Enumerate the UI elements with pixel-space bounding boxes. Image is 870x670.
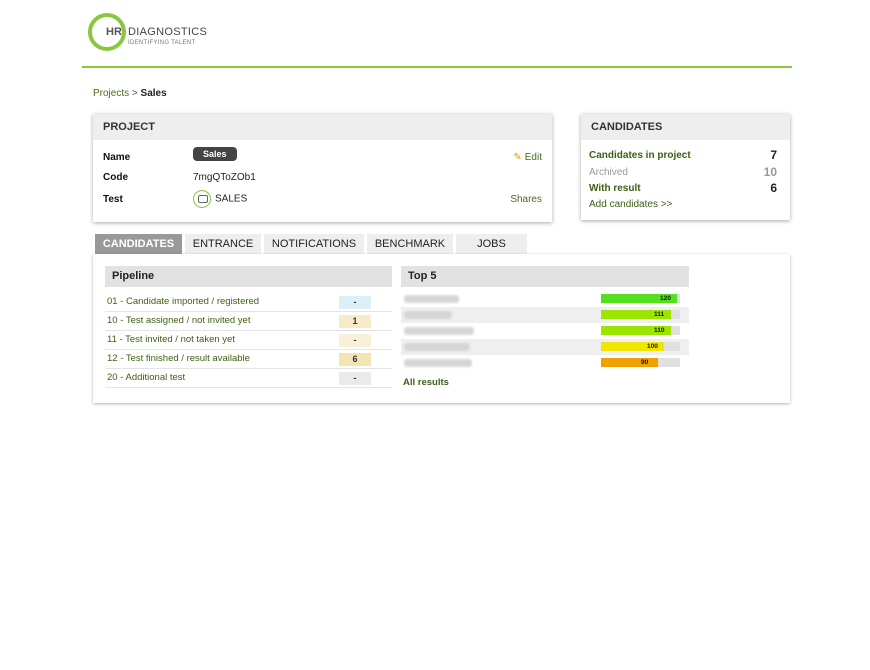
with-result-row[interactable]: With result 6 [589, 181, 777, 195]
score-bar: 110 [601, 326, 680, 335]
archived-count: 10 [763, 165, 777, 179]
breadcrumb-projects-link[interactable]: Projects [93, 88, 129, 99]
project-panel: PROJECT Name Sales Code 7mgQToZOb1 Test … [93, 114, 552, 222]
candidates-tab-content: Pipeline 01 - Candidate imported / regis… [93, 254, 790, 403]
tab-jobs[interactable]: JOBS [456, 234, 527, 254]
test-icon [193, 190, 211, 208]
tab-entrance[interactable]: ENTRANCE [185, 234, 261, 254]
project-name-tag: Sales [193, 147, 237, 161]
top5-row[interactable]: 111 [401, 307, 689, 323]
candidates-in-project-row[interactable]: Candidates in project 7 [589, 148, 777, 162]
pipeline-row[interactable]: 20 - Additional test - [105, 369, 392, 388]
edit-label: Edit [524, 152, 542, 163]
pipeline-count-badge: - [339, 296, 371, 309]
score-bar: 100 [601, 342, 680, 351]
project-code-value: 7mgQToZOb1 [193, 172, 256, 183]
score-bar: 111 [601, 310, 680, 319]
blurred-candidate-name [404, 343, 470, 351]
header-divider [82, 66, 792, 68]
candidates-panel: CANDIDATES Candidates in project 7 Archi… [581, 114, 790, 220]
blurred-candidate-name [404, 359, 472, 367]
score-value: 111 [654, 311, 665, 318]
with-result-label: With result [589, 183, 641, 194]
archived-row[interactable]: Archived 10 [589, 165, 777, 179]
pipeline-row-label: 12 - Test finished / result available [107, 353, 250, 364]
pipeline-row[interactable]: 01 - Candidate imported / registered - [105, 293, 392, 312]
score-bar: 90 [601, 358, 680, 367]
blurred-candidate-name [404, 327, 474, 335]
all-results-link[interactable]: All results [401, 377, 689, 388]
shares-link[interactable]: Shares [510, 194, 542, 205]
hr-diagnostics-logo: HR DIAGNOSTICS IDENTIFYING TALENT [88, 13, 288, 53]
top5-row[interactable]: 120 [401, 291, 689, 307]
logo-tagline: IDENTIFYING TALENT [128, 40, 196, 46]
blurred-candidate-name [404, 295, 459, 303]
top5-row[interactable]: 90 [401, 355, 689, 371]
top5-row[interactable]: 100 [401, 339, 689, 355]
candidates-panel-heading: CANDIDATES [581, 114, 790, 140]
pipeline-count-badge: 6 [339, 353, 371, 366]
tab-notifications[interactable]: NOTIFICATIONS [264, 234, 364, 254]
project-test-label: Test [103, 194, 123, 205]
pipeline-row[interactable]: 11 - Test invited / not taken yet - [105, 331, 392, 350]
pipeline-section: Pipeline 01 - Candidate imported / regis… [105, 266, 392, 388]
pipeline-count-badge: - [339, 372, 371, 385]
project-test-value: SALES [215, 193, 248, 205]
score-value: 100 [647, 343, 658, 350]
pipeline-row[interactable]: 12 - Test finished / result available 6 [105, 350, 392, 369]
pipeline-count-badge: 1 [339, 315, 371, 328]
pencil-icon: ✎ [513, 152, 522, 163]
top5-heading: Top 5 [401, 266, 689, 287]
candidates-in-project-count: 7 [770, 148, 777, 162]
logo-name: DIAGNOSTICS [128, 26, 208, 38]
logo-initials: HR [106, 26, 122, 38]
breadcrumb-current: Sales [140, 88, 167, 99]
candidates-in-project-label: Candidates in project [589, 150, 691, 161]
tab-benchmark[interactable]: BENCHMARK [367, 234, 453, 254]
pipeline-row-label: 10 - Test assigned / not invited yet [107, 315, 251, 326]
with-result-count: 6 [770, 181, 777, 195]
top5-row[interactable]: 110 [401, 323, 689, 339]
score-bar-fill [601, 358, 658, 367]
project-name-label: Name [103, 152, 131, 163]
score-bar: 120 [601, 294, 680, 303]
archived-label: Archived [589, 167, 628, 178]
project-panel-heading: PROJECT [93, 114, 552, 140]
score-value: 110 [654, 327, 665, 334]
score-value: 120 [660, 295, 671, 302]
pipeline-heading: Pipeline [105, 266, 392, 287]
tab-candidates[interactable]: CANDIDATES [95, 234, 182, 254]
pipeline-row-label: 11 - Test invited / not taken yet [107, 334, 235, 345]
add-candidates-link[interactable]: Add candidates >> [589, 199, 672, 210]
top5-section: Top 5 120 111 110 100 90 All results [401, 266, 689, 388]
score-value: 90 [641, 359, 649, 366]
breadcrumb: Projects > Sales [93, 88, 167, 99]
pipeline-count-badge: - [339, 334, 371, 347]
blurred-candidate-name [404, 311, 452, 319]
project-code-label: Code [103, 172, 128, 183]
pipeline-row-label: 20 - Additional test [107, 372, 186, 383]
pipeline-row-label: 01 - Candidate imported / registered [107, 296, 260, 307]
breadcrumb-separator: > [131, 88, 138, 99]
pipeline-row[interactable]: 10 - Test assigned / not invited yet 1 [105, 312, 392, 331]
edit-project-button[interactable]: ✎ Edit [513, 152, 542, 163]
